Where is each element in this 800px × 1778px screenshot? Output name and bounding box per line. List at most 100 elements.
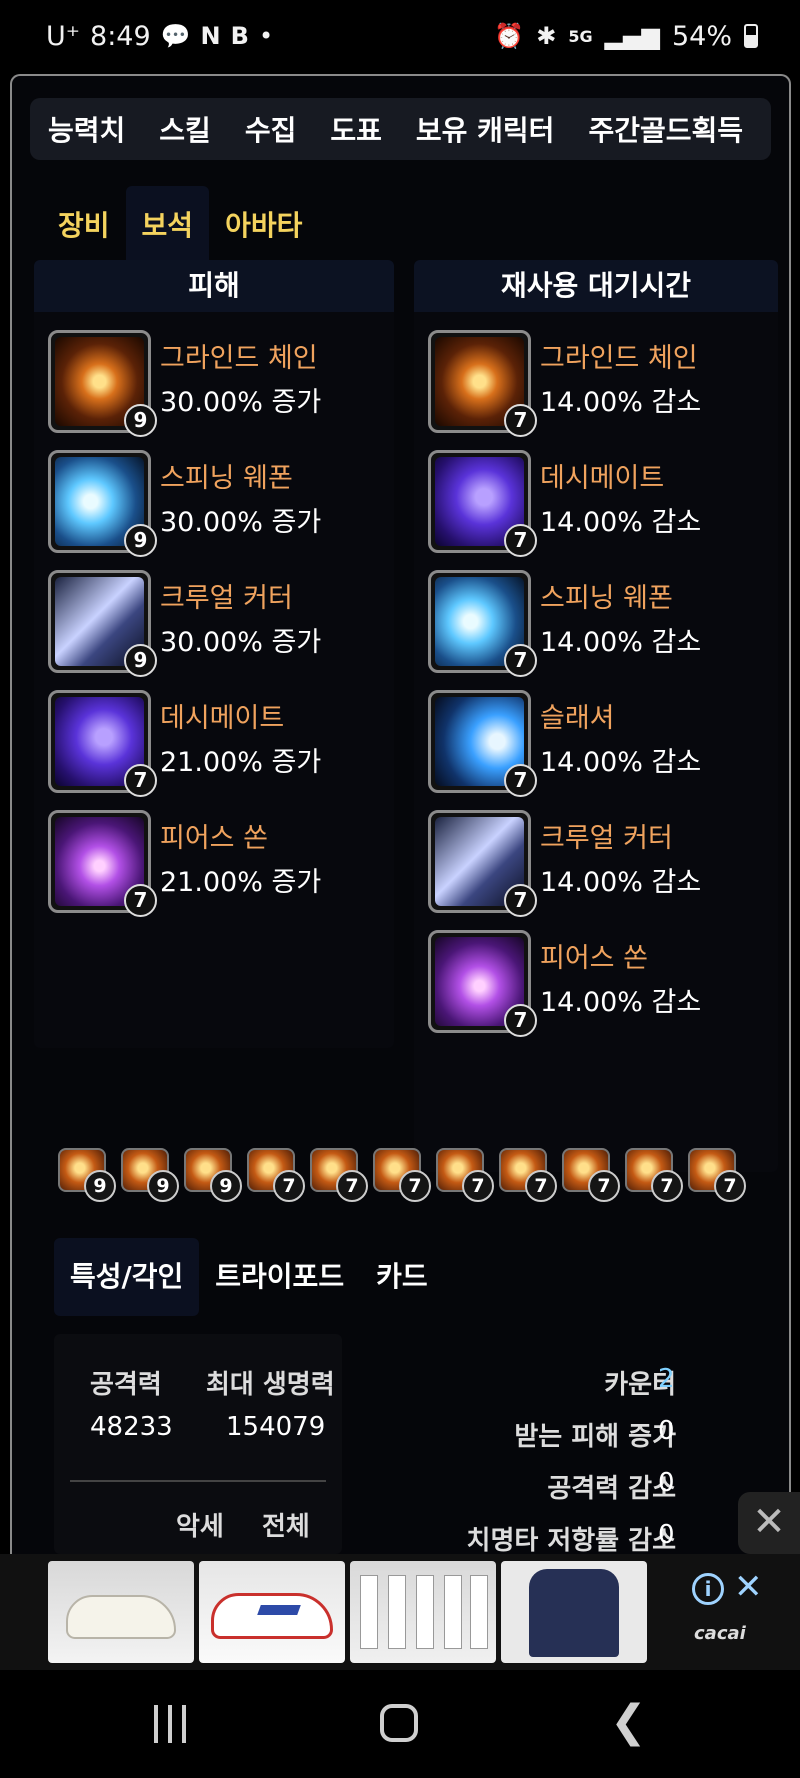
mini-gem-icon[interactable]: 7 xyxy=(499,1148,557,1202)
dot-icon: • xyxy=(258,22,274,50)
damage-panel: 피해 9 그라인드 체인 30.00% 증가 9 스피닝 웨폰 30.00% 증… xyxy=(34,260,394,1048)
gem-effect-value: 30.00% 증가 xyxy=(160,507,322,538)
cooldown-panel-title: 재사용 대기시간 xyxy=(414,260,778,312)
gem-level-badge: 9 xyxy=(124,404,157,437)
attack-label: 공격력 xyxy=(90,1370,162,1400)
close-icon[interactable]: ✕ xyxy=(734,1567,763,1607)
damage-panel-title: 피해 xyxy=(34,260,394,312)
gem-skill-name: 피어스 쏜 xyxy=(540,943,648,974)
gem-level-badge: 7 xyxy=(504,884,537,917)
divider xyxy=(70,1480,326,1482)
tab-card[interactable]: 카드 xyxy=(360,1238,444,1316)
ad-controls: i ✕ cacai xyxy=(680,1561,770,1663)
mini-gem-icon[interactable]: 9 xyxy=(121,1148,179,1202)
case-image xyxy=(360,1575,378,1649)
ad-product-sneaker-red[interactable] xyxy=(199,1561,345,1663)
sneaker-image xyxy=(66,1595,176,1639)
gem-effect-value: 30.00% 증가 xyxy=(160,387,322,418)
sub-tab-bar: 장비 보석 아바타 xyxy=(42,186,318,266)
tab-equipment[interactable]: 장비 xyxy=(42,186,126,266)
gem-effect-value: 14.00% 감소 xyxy=(540,987,702,1018)
gem-row[interactable]: 7 스피닝 웨폰 14.00% 감소 xyxy=(428,570,758,677)
accessory-label[interactable]: 악세 xyxy=(176,1506,224,1543)
case-image xyxy=(388,1575,406,1649)
gem-row[interactable]: 9 그라인드 체인 30.00% 증가 xyxy=(48,330,378,437)
counter-value: 2 xyxy=(658,1364,675,1394)
total-label[interactable]: 전체 xyxy=(262,1506,310,1543)
gem-skill-name: 슬래셔 xyxy=(540,703,615,734)
ad-product-tshirt[interactable] xyxy=(501,1561,647,1663)
ad-banner[interactable]: i ✕ cacai xyxy=(0,1554,800,1670)
tab-gems[interactable]: 보석 xyxy=(125,186,210,266)
tab-stats[interactable]: 능력치 xyxy=(48,109,125,149)
gem-effect-value: 30.00% 증가 xyxy=(160,627,322,658)
gem-row[interactable]: 9 크루얼 커터 30.00% 증가 xyxy=(48,570,378,677)
gem-level-badge: 9 xyxy=(124,524,157,557)
gem-skill-name: 그라인드 체인 xyxy=(160,343,318,374)
crit-resist-value: 0 xyxy=(658,1520,675,1550)
tab-engravings[interactable]: 특성/각인 xyxy=(54,1238,200,1316)
mini-gem-icon[interactable]: 9 xyxy=(58,1148,116,1202)
mini-gem-level: 7 xyxy=(273,1170,305,1202)
ad-product-phone-cases[interactable] xyxy=(350,1561,496,1663)
gem-skill-name: 데시메이트 xyxy=(160,703,285,734)
mini-gem-level: 9 xyxy=(147,1170,179,1202)
mini-gem-level: 7 xyxy=(336,1170,368,1202)
tab-tripod[interactable]: 트라이포드 xyxy=(199,1238,360,1316)
stat-summary: 공격력 최대 생명력 48233 154079 악세 전체 xyxy=(54,1334,342,1554)
network-type-icon: 5G xyxy=(568,26,593,46)
mini-gem-icon[interactable]: 7 xyxy=(688,1148,746,1202)
ad-product-sneaker-white[interactable] xyxy=(48,1561,194,1663)
gem-skill-name: 그라인드 체인 xyxy=(540,343,698,374)
mini-gem-icon[interactable]: 7 xyxy=(625,1148,683,1202)
crit-resist-label: 치명타 저항률 감소 xyxy=(466,1526,676,1554)
gem-row[interactable]: 9 스피닝 웨폰 30.00% 증가 xyxy=(48,450,378,557)
tshirt-image xyxy=(529,1569,619,1657)
alarm-icon: ⏰ xyxy=(494,22,525,50)
clock: 8:49 xyxy=(90,20,151,52)
mini-gem-icon[interactable]: 7 xyxy=(373,1148,431,1202)
attack-reduction-value: 0 xyxy=(658,1468,675,1498)
gem-skill-name: 데시메이트 xyxy=(540,463,665,494)
mini-gem-icon[interactable]: 7 xyxy=(247,1148,305,1202)
sneaker-image xyxy=(211,1593,333,1639)
back-button[interactable]: ❮ xyxy=(610,1700,647,1748)
signal-icon: ▂▄▆ xyxy=(604,22,660,50)
gem-skill-name: 피어스 쏜 xyxy=(160,823,268,854)
case-image xyxy=(444,1575,462,1649)
home-button[interactable] xyxy=(380,1704,418,1742)
battery-percent: 54% xyxy=(671,20,732,52)
gem-row[interactable]: 7 슬래셔 14.00% 감소 xyxy=(428,690,758,797)
chat-icon: 💬 xyxy=(160,22,191,50)
tab-collection[interactable]: 수집 xyxy=(245,109,297,149)
gem-level-badge: 7 xyxy=(124,764,157,797)
gem-row[interactable]: 7 데시메이트 14.00% 감소 xyxy=(428,450,758,557)
mini-gem-level: 7 xyxy=(714,1170,746,1202)
gem-row[interactable]: 7 그라인드 체인 14.00% 감소 xyxy=(428,330,758,437)
mini-gem-icon[interactable]: 7 xyxy=(562,1148,620,1202)
info-icon[interactable]: i xyxy=(692,1573,724,1605)
mini-gem-level: 7 xyxy=(651,1170,683,1202)
sneaker-logo xyxy=(257,1605,301,1615)
gem-level-badge: 7 xyxy=(504,524,537,557)
tab-chart[interactable]: 도표 xyxy=(330,109,382,149)
tab-weekly-gold[interactable]: 주간골드획득 xyxy=(588,109,743,149)
gem-level-badge: 9 xyxy=(124,644,157,677)
tab-avatar[interactable]: 아바타 xyxy=(209,186,318,266)
mini-gem-level: 7 xyxy=(399,1170,431,1202)
tab-characters[interactable]: 보유 캐릭터 xyxy=(416,109,555,149)
ad-close-button[interactable]: ✕ xyxy=(738,1492,800,1554)
gem-row[interactable]: 7 피어스 쏜 21.00% 증가 xyxy=(48,810,378,917)
gem-effect-value: 21.00% 증가 xyxy=(160,867,322,898)
gem-skill-name: 스피닝 웨폰 xyxy=(160,463,293,494)
tab-skills[interactable]: 스킬 xyxy=(159,109,211,149)
gem-row[interactable]: 7 데시메이트 21.00% 증가 xyxy=(48,690,378,797)
gem-skill-name: 스피닝 웨폰 xyxy=(540,583,673,614)
mini-gem-icon[interactable]: 7 xyxy=(310,1148,368,1202)
recent-apps-button[interactable] xyxy=(154,1700,186,1748)
mini-gem-icon[interactable]: 7 xyxy=(436,1148,494,1202)
gem-skill-name: 크루얼 커터 xyxy=(160,583,293,614)
gem-row[interactable]: 7 피어스 쏜 14.00% 감소 xyxy=(428,930,758,1037)
gem-row[interactable]: 7 크루얼 커터 14.00% 감소 xyxy=(428,810,758,917)
mini-gem-icon[interactable]: 9 xyxy=(184,1148,242,1202)
